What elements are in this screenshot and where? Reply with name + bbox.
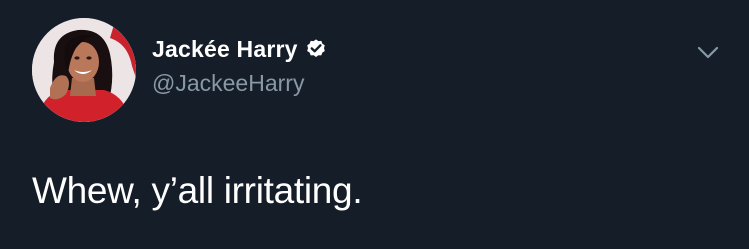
author-display-name[interactable]: Jackée Harry [152,36,298,63]
avatar-image [32,18,136,122]
tweet-card: Jackée Harry @JackeeHarry Whew, y’all ir… [0,0,749,249]
tweet-text: Whew, y’all irritating. [32,170,363,211]
avatar[interactable] [32,18,136,122]
tweet-author[interactable]: Jackée Harry @JackeeHarry [152,34,327,97]
author-handle[interactable]: @JackeeHarry [152,70,327,97]
chevron-down-icon[interactable] [696,44,720,62]
verified-badge-icon [305,38,327,60]
author-name-row: Jackée Harry [152,34,327,64]
